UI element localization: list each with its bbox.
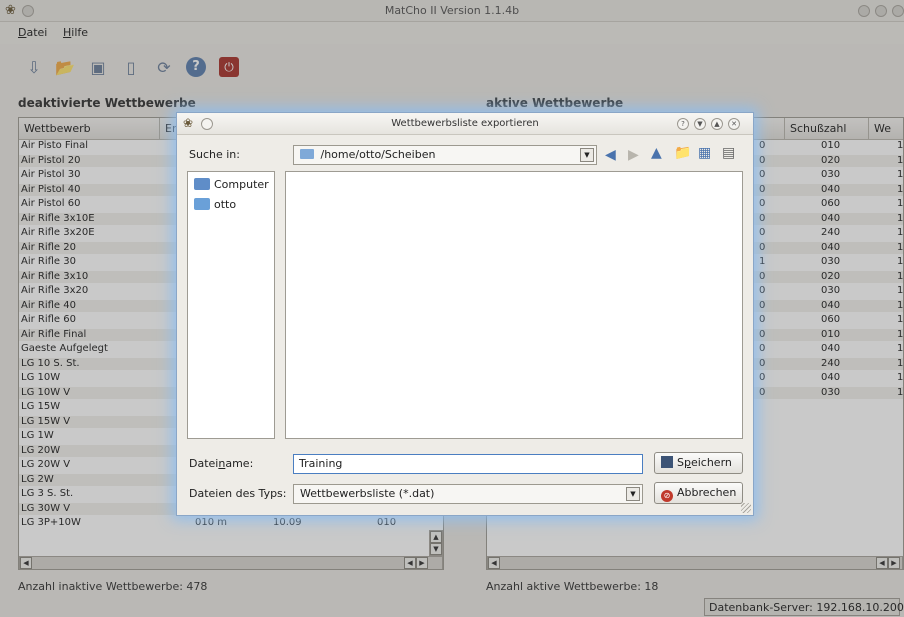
place-computer-label: Computer [214, 178, 269, 191]
cancel-button[interactable]: ⊘ Abbrechen [654, 482, 743, 504]
dialog-titlebar: ❀ Wettbewerbsliste exportieren ? ▼ ▲ ✕ [177, 113, 753, 135]
place-otto[interactable]: otto [194, 198, 236, 211]
filetype-combo[interactable]: Wettbewerbsliste (*.dat) ▼ [293, 484, 643, 504]
look-in-label: Suche in: [189, 148, 240, 161]
filetype-value: Wettbewerbsliste (*.dat) [300, 487, 435, 500]
filename-label-part3: ame: [225, 457, 254, 470]
computer-icon [194, 178, 210, 190]
save-icon [661, 456, 673, 468]
chevron-down-icon[interactable]: ▼ [580, 148, 594, 162]
place-otto-label: otto [214, 198, 237, 211]
dialog-maximize-icon[interactable]: ▲ [711, 118, 723, 130]
dialog-title: Wettbewerbsliste exportieren [391, 118, 539, 129]
save-label-part3: eichern [690, 456, 732, 469]
place-computer[interactable]: Computer [194, 178, 269, 191]
save-label-part2: p [683, 456, 691, 469]
back-icon[interactable]: ◀ [605, 147, 616, 163]
home-folder-icon [194, 198, 210, 210]
dialog-minimize-icon[interactable]: ▼ [694, 118, 706, 130]
filetype-label: Dateien des Typs: [189, 487, 287, 500]
new-folder-icon[interactable]: 📁 [674, 145, 691, 161]
chevron-down-icon[interactable]: ▼ [626, 487, 640, 501]
cancel-icon: ⊘ [661, 490, 673, 502]
look-in-path: /home/otto/Scheiben [320, 148, 436, 161]
cancel-label: Abbrechen [677, 486, 737, 499]
export-dialog: ❀ Wettbewerbsliste exportieren ? ▼ ▲ ✕ S… [176, 112, 754, 516]
filename-label-part1: Datei [189, 457, 219, 470]
dialog-help-icon[interactable]: ? [677, 118, 689, 130]
places-sidebar: Computer otto [187, 171, 275, 439]
forward-icon[interactable]: ▶ [628, 147, 639, 163]
dialog-close-icon[interactable]: ✕ [728, 118, 740, 130]
filename-label: Dateiname: [189, 457, 253, 470]
resize-grip[interactable] [741, 503, 751, 513]
list-view-icon[interactable]: ▦ [698, 145, 711, 161]
save-button[interactable]: Speichern [654, 452, 743, 474]
file-list-area[interactable] [285, 171, 743, 439]
folder-icon [300, 149, 314, 159]
filename-input[interactable]: Training [293, 454, 643, 474]
save-label-part1: S [677, 456, 684, 469]
detail-view-icon[interactable]: ▤ [722, 145, 735, 161]
parent-folder-icon[interactable]: ▲ [651, 145, 662, 161]
look-in-combo[interactable]: /home/otto/Scheiben ▼ [293, 145, 597, 165]
